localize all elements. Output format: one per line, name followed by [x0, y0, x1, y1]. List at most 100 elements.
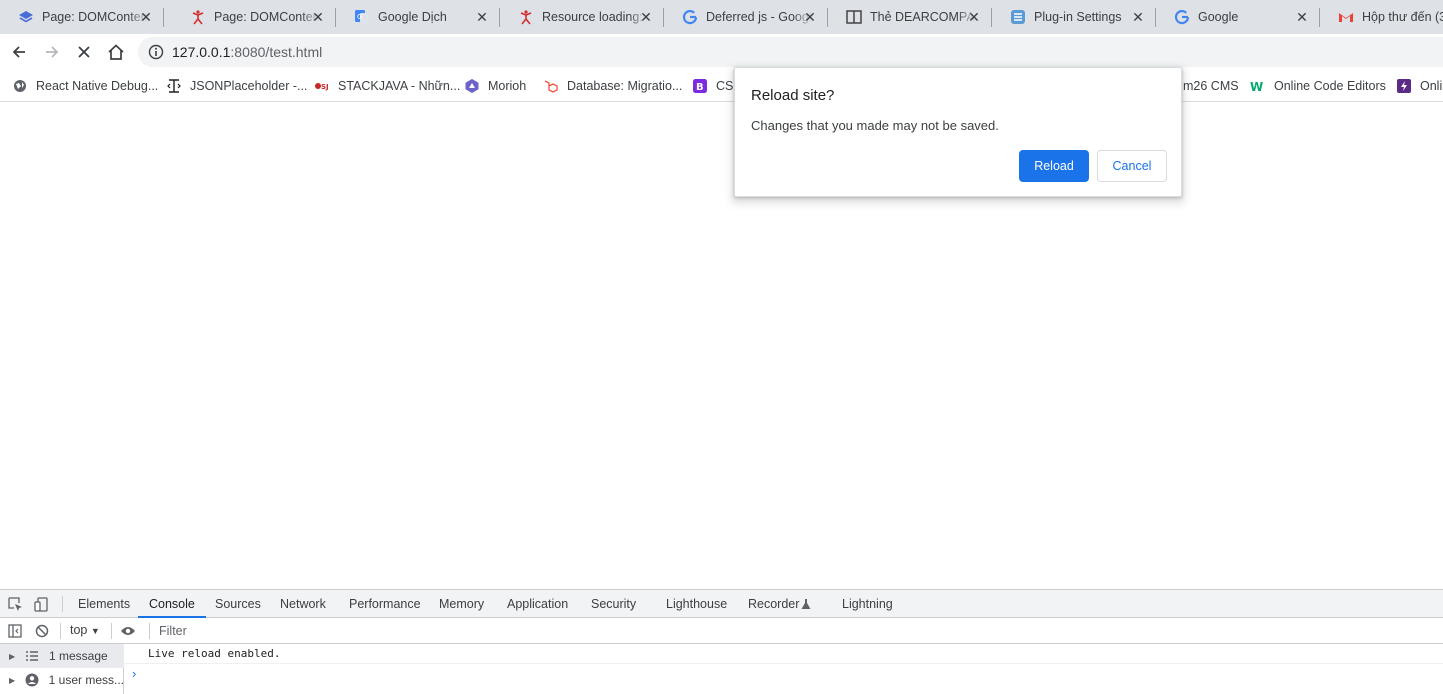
device-toolbar-icon[interactable]	[33, 596, 49, 612]
sidebar-toggle-icon[interactable]	[7, 623, 23, 639]
devtools-panel: Elements Console Sources Network Perform…	[0, 589, 1443, 694]
back-button[interactable]	[5, 38, 33, 66]
stack-icon	[18, 9, 34, 25]
close-icon[interactable]: ✕	[966, 9, 982, 25]
expand-arrow-icon: ▶	[9, 651, 16, 661]
svg-text:W: W	[1250, 80, 1263, 94]
console-log-line: Live reload enabled.	[124, 644, 1443, 664]
tab-title: Resource loading: onload	[542, 10, 648, 24]
tab-google[interactable]: Google ✕	[1156, 0, 1320, 34]
inspect-element-icon[interactable]	[7, 596, 23, 612]
svg-text:B: B	[696, 82, 704, 93]
tab-google-dich[interactable]: G Google Dịch ✕	[336, 0, 500, 34]
tab-dearcompany[interactable]: Thẻ DEARCOMPANY ✕	[828, 0, 992, 34]
browser-window: Page: DOMContentLoaded ✕ Page: DOMConten…	[0, 0, 1443, 694]
bookmark-jsonplaceholder[interactable]: JSONPlaceholder -...	[166, 76, 307, 96]
bookmark-online-code-editors[interactable]: W Online Code Editors	[1250, 76, 1386, 96]
bookmark-database-migrations[interactable]: Database: Migratio...	[543, 76, 682, 96]
reload-site-dialog: Reload site? Changes that you made may n…	[734, 67, 1182, 197]
context-selector[interactable]: top ▼	[70, 623, 100, 637]
tab-plugin-settings[interactable]: Plug-in Settings ✕	[992, 0, 1156, 34]
tab-security[interactable]: Security	[591, 590, 636, 618]
tab-network[interactable]: Network	[280, 590, 326, 618]
expand-arrow-icon: ▶	[9, 675, 16, 685]
bookmark-stackjava[interactable]: SJ STACKJAVA - Nhữn...	[314, 76, 460, 96]
bookmark-morioh[interactable]: Morioh	[464, 76, 526, 96]
sidebar-item-messages[interactable]: ▶ 1 message	[0, 644, 124, 668]
tab-title: Google Dịch	[378, 10, 447, 24]
tab-sources[interactable]: Sources	[215, 590, 261, 618]
close-icon[interactable]: ✕	[310, 9, 326, 25]
close-icon[interactable]: ✕	[1294, 9, 1310, 25]
tab-resource-loading[interactable]: Resource loading: onload ✕	[500, 0, 664, 34]
tab-title: Page: DOMContentLoaded	[42, 10, 148, 24]
sj-icon: SJ	[314, 78, 330, 94]
google-icon	[682, 9, 698, 25]
morioh-icon	[464, 78, 480, 94]
tab-title: Google	[1198, 10, 1239, 24]
console-output: Live reload enabled. ›	[124, 644, 1443, 694]
google-icon	[1174, 9, 1190, 25]
tab-elements[interactable]: Elements	[78, 590, 130, 618]
tab-strip: Page: DOMContentLoaded ✕ Page: DOMConten…	[0, 0, 1443, 34]
w3-icon: W	[1250, 78, 1266, 94]
tab-page-domcontentloaded-1[interactable]: Page: DOMContentLoaded ✕	[0, 0, 164, 34]
tab-lighthouse[interactable]: Lighthouse	[666, 590, 727, 618]
bookmark-m26-cms[interactable]: m26 CMS	[1183, 76, 1239, 96]
bookmarks-bar: React Native Debug... JSONPlaceholder -.…	[0, 70, 1443, 102]
tab-performance[interactable]: Performance	[349, 590, 421, 618]
close-icon[interactable]: ✕	[638, 9, 654, 25]
forward-button[interactable]	[38, 38, 66, 66]
tab-title: Plug-in Settings	[1034, 10, 1122, 24]
tab-recorder[interactable]: Recorder	[748, 590, 799, 618]
tab-gmail[interactable]: Hộp thư đến (31)	[1320, 0, 1443, 34]
tab-title: Hộp thư đến (31)	[1362, 10, 1443, 24]
settings-doc-icon	[1010, 9, 1026, 25]
svg-text:SJ: SJ	[321, 83, 329, 91]
bolt-icon	[1396, 78, 1412, 94]
close-icon[interactable]: ✕	[474, 9, 490, 25]
tab-page-domcontentloaded-2[interactable]: Page: DOMContentLoaded ✕	[172, 0, 336, 34]
bootstrap-icon: B	[692, 78, 708, 94]
tab-title: Thẻ DEARCOMPANY	[870, 10, 976, 24]
user-icon	[25, 673, 39, 687]
home-icon	[108, 44, 124, 60]
eye-icon[interactable]	[120, 623, 136, 639]
tab-console[interactable]: Console	[138, 590, 206, 618]
stop-button[interactable]	[70, 38, 98, 66]
cancel-button[interactable]: Cancel	[1097, 150, 1167, 182]
close-icon[interactable]: ✕	[1130, 9, 1146, 25]
figure-icon	[518, 9, 534, 25]
filter-input[interactable]: Filter	[159, 624, 187, 638]
dialog-message: Changes that you made may not be saved.	[751, 118, 999, 133]
tab-lightning[interactable]: Lightning	[842, 590, 893, 618]
bookmark-react-native[interactable]: React Native Debug...	[12, 76, 158, 96]
console-toolbar: top ▼ Filter	[0, 618, 1443, 644]
url-host: 127.0.0.1	[172, 44, 231, 60]
close-icon[interactable]: ✕	[138, 9, 154, 25]
arrow-left-icon	[12, 46, 25, 58]
gmail-icon	[1338, 9, 1354, 25]
bookmark-online[interactable]: Onli	[1396, 76, 1442, 96]
dialog-title: Reload site?	[751, 87, 835, 104]
reload-button[interactable]: Reload	[1019, 150, 1089, 182]
svg-text:G: G	[357, 13, 362, 21]
close-icon[interactable]: ✕	[802, 9, 818, 25]
tab-memory[interactable]: Memory	[439, 590, 484, 618]
stop-x-icon	[78, 46, 90, 58]
console-sidebar: ▶ 1 message ▶ 1 user mess...	[0, 644, 124, 694]
dropdown-arrow-icon: ▼	[90, 626, 100, 636]
address-bar[interactable]: 127.0.0.1:8080/test.html	[138, 37, 1443, 67]
tab-deferred-js[interactable]: Deferred js - Google ✕	[664, 0, 828, 34]
home-button[interactable]	[102, 38, 130, 66]
console-prompt-icon[interactable]: ›	[132, 666, 136, 681]
toolbar: 127.0.0.1:8080/test.html	[0, 34, 1443, 70]
info-icon[interactable]	[148, 44, 164, 60]
devtools-tab-bar: Elements Console Sources Network Perform…	[0, 590, 1443, 618]
clear-console-icon[interactable]	[34, 623, 50, 639]
globe-icon	[12, 78, 28, 94]
tab-application[interactable]: Application	[507, 590, 568, 618]
sidebar-item-user-messages[interactable]: ▶ 1 user mess...	[0, 668, 124, 692]
json-icon	[166, 78, 182, 94]
translate-icon: G	[354, 9, 370, 25]
